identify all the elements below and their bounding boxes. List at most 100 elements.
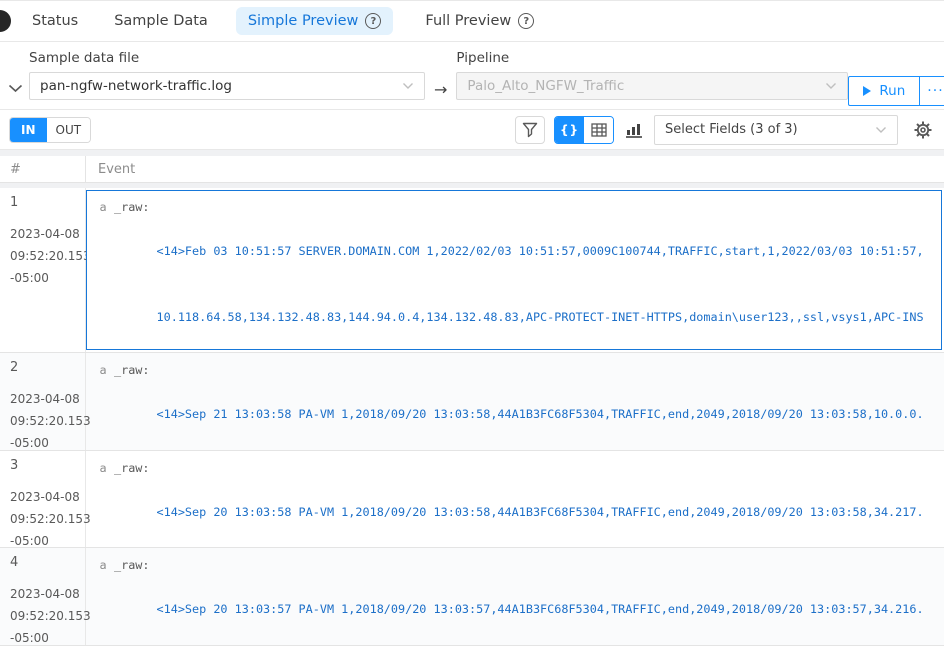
in-toggle[interactable]: IN [10,118,47,142]
raw-field: a _raw: <14>Sep 20 13:03:57 PA-VM 1,2018… [97,554,943,645]
sample-file-select[interactable]: pan-ngfw-network-traffic.log [29,72,425,100]
pipeline-value: Palo_Alto_NGFW_Traffic [467,78,825,94]
raw-value: <14>Feb 03 10:51:57 SERVER.DOMAIN.COM 1,… [157,196,924,350]
event-time: 09:52:20.153 [10,508,79,530]
chart-view-button[interactable] [623,120,645,140]
filter-button[interactable] [515,116,545,144]
pipeline-select[interactable]: Palo_Alto_NGFW_Traffic [456,72,848,100]
run-button-group: Run ··· [848,76,944,106]
event-cell-selected[interactable]: a _raw: <14>Feb 03 10:51:57 SERVER.DOMAI… [86,190,942,350]
event-cell[interactable]: a _raw: <14>Sep 20 13:03:58 PA-VM 1,2018… [86,451,944,547]
string-type-icon: a [97,457,109,547]
event-number: 2 [10,360,79,375]
field-name-raw: _raw: [114,457,150,547]
tab-bar: Status Sample Data Simple Preview ? Full… [0,1,944,42]
raw-line: <14>Sep 20 13:03:57 PA-VM 1,2018/09/20 1… [157,598,924,620]
tab-status-label: Status [32,13,78,29]
chevron-down-icon [825,82,837,90]
event-time: 09:52:20.153 [10,410,79,432]
string-type-icon: a [97,554,109,645]
event-timezone: -05:00 [10,267,79,289]
event-number-cell: 4 2023-04-08 09:52:20.153 -05:00 [0,548,86,645]
event-number-cell: 3 2023-04-08 09:52:20.153 -05:00 [0,451,86,547]
app-logo[interactable] [0,10,11,32]
select-fields-dropdown[interactable]: Select Fields (3 of 3) [654,115,898,145]
sample-file-group: Sample data file pan-ngfw-network-traffi… [29,50,425,100]
toolbar-right: {} Select Fields (3 of 3) [515,115,935,145]
event-row: 1 2023-04-08 09:52:20.153 -05:00 a _raw:… [0,188,944,353]
event-date: 2023-04-08 [10,583,79,605]
raw-value: <14>Sep 21 13:03:58 PA-VM 1,2018/09/20 1… [157,359,924,450]
event-number: 3 [10,458,79,473]
select-fields-value: Select Fields (3 of 3) [665,122,875,137]
raw-line: <14>Feb 03 10:51:57 SERVER.DOMAIN.COM 1,… [157,240,924,262]
event-time: 09:52:20.153 [10,245,79,267]
event-number: 4 [10,555,79,570]
raw-field: a _raw: <14>Feb 03 10:51:57 SERVER.DOMAI… [97,196,941,350]
event-number-cell: 2 2023-04-08 09:52:20.153 -05:00 [0,353,86,450]
chevron-down-icon [402,82,414,90]
event-row: 4 2023-04-08 09:52:20.153 -05:00 a _raw:… [0,548,944,646]
help-icon[interactable]: ? [365,13,381,29]
event-timezone: -05:00 [10,627,79,647]
event-time: 09:52:20.153 [10,605,79,627]
column-header-number: # [0,156,86,182]
event-number: 1 [10,195,79,210]
string-type-icon: a [97,196,109,350]
in-out-toggle: IN OUT [9,117,91,143]
sample-file-label: Sample data file [29,50,425,66]
table-icon [591,123,607,137]
raw-line: 10.118.64.58,134.132.48.83,144.94.0.4,13… [157,306,924,328]
pipeline-label: Pipeline [456,50,848,66]
tab-sample-data[interactable]: Sample Data [110,7,212,35]
flow-arrow-icon: → [434,80,447,99]
event-date: 2023-04-08 [10,223,79,245]
run-button-label: Run [879,83,905,99]
column-header-event: Event [86,156,944,182]
event-number-cell: 1 2023-04-08 09:52:20.153 -05:00 [0,188,86,352]
raw-value: <14>Sep 20 13:03:57 PA-VM 1,2018/09/20 1… [157,554,924,645]
collapse-chevron-icon[interactable] [8,78,23,97]
raw-value: <14>Sep 20 13:03:58 PA-VM 1,2018/09/20 1… [157,457,924,547]
sample-file-value: pan-ngfw-network-traffic.log [40,78,402,94]
tab-simple-preview[interactable]: Simple Preview ? [236,7,394,35]
out-toggle[interactable]: OUT [47,118,91,142]
table-view-button[interactable] [584,117,613,143]
help-icon[interactable]: ? [518,13,534,29]
tab-full-preview-label: Full Preview [425,13,511,29]
raw-field: a _raw: <14>Sep 21 13:03:58 PA-VM 1,2018… [97,359,943,450]
event-row: 3 2023-04-08 09:52:20.153 -05:00 a _raw:… [0,451,944,548]
tab-sample-data-label: Sample Data [114,13,208,29]
event-date: 2023-04-08 [10,486,79,508]
tab-simple-preview-label: Simple Preview [248,13,359,29]
run-button[interactable]: Run [849,77,919,105]
preview-pane: Status Sample Data Simple Preview ? Full… [0,0,944,647]
raw-line: <14>Sep 20 13:03:58 PA-VM 1,2018/09/20 1… [157,501,924,523]
event-cell[interactable]: a _raw: <14>Sep 20 13:03:57 PA-VM 1,2018… [86,548,944,645]
tab-full-preview[interactable]: Full Preview ? [421,7,538,35]
event-date: 2023-04-08 [10,388,79,410]
preview-toolbar: IN OUT {} Select Fields (3 of 3) [0,110,944,150]
gear-icon [913,120,933,140]
event-row: 2 2023-04-08 09:52:20.153 -05:00 a _raw:… [0,353,944,451]
settings-button[interactable] [911,118,935,142]
event-cell[interactable]: a _raw: <14>Sep 21 13:03:58 PA-VM 1,2018… [86,353,944,450]
play-icon [863,86,871,96]
preview-controls: Sample data file pan-ngfw-network-traffi… [0,42,944,110]
field-name-raw: _raw: [114,196,150,350]
braces-icon: {} [560,123,579,137]
chevron-down-icon [875,126,887,134]
field-name-raw: _raw: [114,554,150,645]
string-type-icon: a [97,359,109,450]
raw-field: a _raw: <14>Sep 20 13:03:58 PA-VM 1,2018… [97,457,943,547]
pipeline-group: Pipeline Palo_Alto_NGFW_Traffic [456,50,848,100]
raw-line: <14>Sep 21 13:03:58 PA-VM 1,2018/09/20 1… [157,403,924,425]
tab-status[interactable]: Status [28,7,82,35]
run-more-options-button[interactable]: ··· [919,77,944,105]
field-name-raw: _raw: [114,359,150,450]
bar-chart-icon [625,122,643,138]
funnel-icon [522,122,538,138]
grid-header: # Event [0,156,944,183]
json-view-button[interactable]: {} [555,117,584,143]
view-mode-toggle: {} [554,116,614,144]
